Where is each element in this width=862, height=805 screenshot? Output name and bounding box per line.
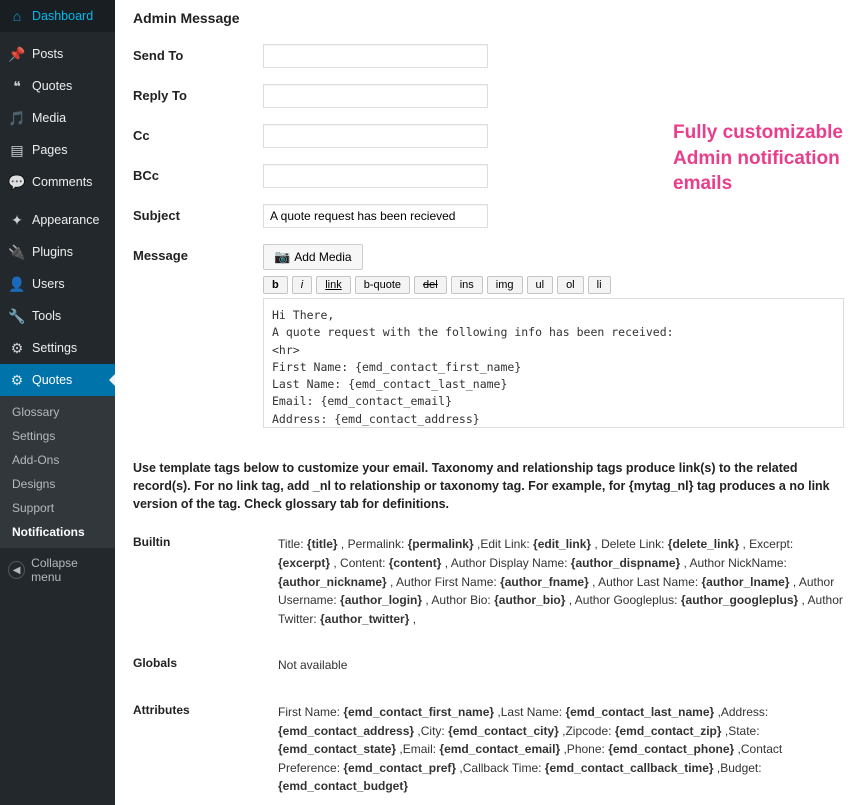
help-text: Use template tags below to customize you… bbox=[133, 459, 844, 513]
sidebar-item-label: Plugins bbox=[32, 245, 73, 259]
sidebar-item-label: Pages bbox=[32, 143, 67, 157]
ins-button[interactable]: ins bbox=[451, 276, 483, 294]
sidebar-item-label: Tools bbox=[32, 309, 61, 323]
sidebar-sub-notifications[interactable]: Notifications bbox=[0, 520, 115, 544]
sidebar-item-label: Users bbox=[32, 277, 65, 291]
editor-toolbar: b i link b-quote del ins img ul ol li bbox=[263, 276, 844, 294]
sidebar-item-label: Media bbox=[32, 111, 66, 125]
sidebar-item-appearance[interactable]: ✦ Appearance bbox=[0, 204, 115, 236]
sidebar-item-label: Quotes bbox=[32, 79, 72, 93]
link-button[interactable]: link bbox=[316, 276, 351, 294]
users-icon: 👤 bbox=[8, 275, 26, 293]
sidebar-item-label: Quotes bbox=[32, 373, 72, 387]
sidebar-item-settings[interactable]: ⚙ Settings bbox=[0, 332, 115, 364]
sidebar-sub-glossary[interactable]: Glossary bbox=[0, 400, 115, 424]
label-message: Message bbox=[133, 244, 263, 263]
page-title: Admin Message bbox=[133, 10, 844, 26]
sidebar-item-pages[interactable]: ▤ Pages bbox=[0, 134, 115, 166]
sidebar-item-label: Settings bbox=[32, 341, 77, 355]
send-to-input[interactable] bbox=[263, 44, 488, 68]
sidebar-item-tools[interactable]: 🔧 Tools bbox=[0, 300, 115, 332]
builtin-tags: Title: {title} , Permalink: {permalink} … bbox=[278, 535, 844, 628]
label-subject: Subject bbox=[133, 204, 263, 223]
label-send-to: Send To bbox=[133, 44, 263, 63]
globals-label: Globals bbox=[133, 656, 278, 675]
sidebar-item-label: Appearance bbox=[32, 213, 99, 227]
sidebar-sub-settings[interactable]: Settings bbox=[0, 424, 115, 448]
italic-button[interactable]: i bbox=[292, 276, 312, 294]
sidebar-item-quotes[interactable]: ❝ Quotes bbox=[0, 70, 115, 102]
add-media-button[interactable]: 📷 Add Media bbox=[263, 244, 363, 270]
quotes-icon: ⚙ bbox=[8, 371, 26, 389]
media-icon: 🎵 bbox=[8, 109, 26, 127]
blockquote-button[interactable]: b-quote bbox=[355, 276, 410, 294]
appearance-icon: ✦ bbox=[8, 211, 26, 229]
globals-tags: Not available bbox=[278, 656, 844, 675]
collapse-icon: ◀ bbox=[8, 561, 25, 579]
sidebar-item-plugins[interactable]: 🔌 Plugins bbox=[0, 236, 115, 268]
label-reply-to: Reply To bbox=[133, 84, 263, 103]
sidebar-item-label: Dashboard bbox=[32, 9, 93, 23]
add-media-label: Add Media bbox=[294, 250, 351, 264]
reply-to-input[interactable] bbox=[263, 84, 488, 108]
sidebar-sub-add-ons[interactable]: Add-Ons bbox=[0, 448, 115, 472]
collapse-menu[interactable]: ◀Collapse menu bbox=[0, 548, 115, 592]
attributes-tags: First Name: {emd_contact_first_name} ,La… bbox=[278, 703, 844, 796]
builtin-label: Builtin bbox=[133, 535, 278, 628]
sidebar-item-posts[interactable]: 📌 Posts bbox=[0, 38, 115, 70]
bold-button[interactable]: b bbox=[263, 276, 288, 294]
sidebar-item-label: Posts bbox=[32, 47, 63, 61]
comments-icon: 💬 bbox=[8, 173, 26, 191]
del-button[interactable]: del bbox=[414, 276, 447, 294]
sidebar-sub-support[interactable]: Support bbox=[0, 496, 115, 520]
pages-icon: ▤ bbox=[8, 141, 26, 159]
ol-button[interactable]: ol bbox=[557, 276, 584, 294]
plugins-icon: 🔌 bbox=[8, 243, 26, 261]
settings-icon: ⚙ bbox=[8, 339, 26, 357]
sidebar-item-dashboard[interactable]: ⌂ Dashboard bbox=[0, 0, 115, 32]
sidebar-item-quotes[interactable]: ⚙ Quotes bbox=[0, 364, 115, 396]
tools-icon: 🔧 bbox=[8, 307, 26, 325]
sidebar-item-media[interactable]: 🎵 Media bbox=[0, 102, 115, 134]
sidebar-sub-designs[interactable]: Designs bbox=[0, 472, 115, 496]
media-icon: 📷 bbox=[274, 249, 290, 265]
img-button[interactable]: img bbox=[487, 276, 523, 294]
message-editor[interactable] bbox=[263, 298, 844, 428]
main-content: Fully customizable Admin notification em… bbox=[115, 0, 862, 805]
li-button[interactable]: li bbox=[588, 276, 611, 294]
ul-button[interactable]: ul bbox=[527, 276, 554, 294]
sidebar-item-users[interactable]: 👤 Users bbox=[0, 268, 115, 300]
sidebar-item-label: Comments bbox=[32, 175, 92, 189]
dashboard-icon: ⌂ bbox=[8, 7, 26, 25]
quotes-icon: ❝ bbox=[8, 77, 26, 95]
cc-input[interactable] bbox=[263, 124, 488, 148]
subject-input[interactable] bbox=[263, 204, 488, 228]
posts-icon: 📌 bbox=[8, 45, 26, 63]
label-bcc: BCc bbox=[133, 164, 263, 183]
admin-sidebar: ⌂ Dashboard 📌 Posts ❝ Quotes 🎵 Media ▤ Pages 💬 Comm… bbox=[0, 0, 115, 805]
label-cc: Cc bbox=[133, 124, 263, 143]
sidebar-item-comments[interactable]: 💬 Comments bbox=[0, 166, 115, 198]
bcc-input[interactable] bbox=[263, 164, 488, 188]
attributes-label: Attributes bbox=[133, 703, 278, 796]
